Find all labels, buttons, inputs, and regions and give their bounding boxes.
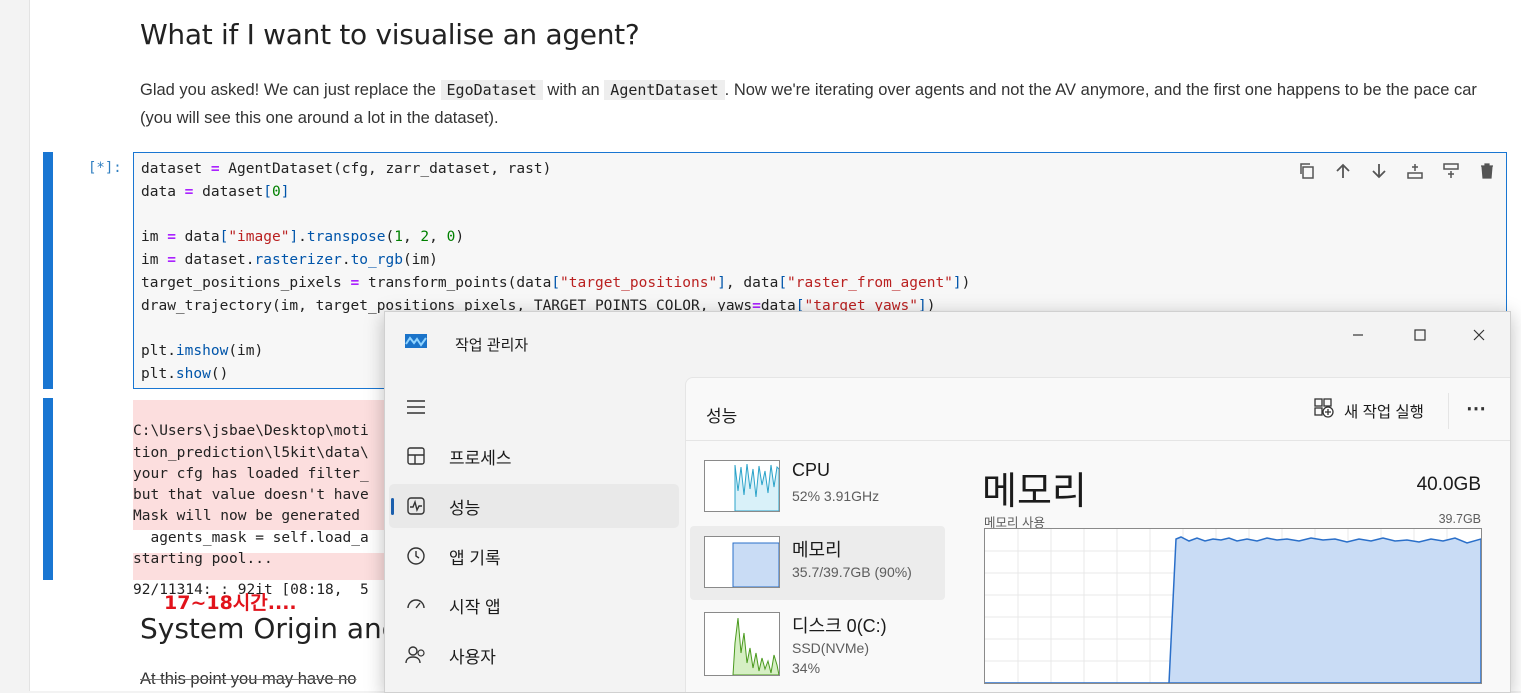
performance-icon bbox=[403, 493, 429, 519]
active-indicator bbox=[391, 498, 394, 515]
sidebar-item-label: 프로세스 bbox=[449, 448, 512, 468]
processes-icon bbox=[403, 443, 429, 469]
insert-below-icon[interactable] bbox=[1439, 160, 1463, 182]
resource-name: CPU bbox=[792, 460, 831, 480]
maximize-icon[interactable] bbox=[1397, 320, 1443, 350]
divider bbox=[1448, 393, 1449, 429]
sidebar-item-users[interactable]: 사용자 bbox=[389, 633, 679, 677]
history-icon bbox=[403, 543, 429, 569]
output-collapse-bar[interactable] bbox=[43, 398, 53, 580]
resource-name: 메모리 bbox=[792, 540, 842, 560]
resource-name: 디스크 0(C:) bbox=[792, 616, 887, 636]
red-annotation: 17~18시간.... bbox=[164, 592, 297, 614]
task-manager-window[interactable]: 작업 관리자 프로세스 성능 앱 기록 시작 앱 사용자 성능 새 작업 실행 … bbox=[384, 311, 1511, 693]
run-new-task-label: 새 작업 실행 bbox=[1344, 403, 1424, 421]
resource-detail: 52% 3.91GHz bbox=[792, 488, 880, 504]
output-line: C:\Users\jsbae\Desktop\moti bbox=[133, 423, 369, 440]
duplicate-icon[interactable] bbox=[1295, 160, 1319, 182]
inline-code-agentdataset: AgentDataset bbox=[604, 80, 725, 100]
sidebar-item-label: 앱 기록 bbox=[449, 548, 501, 568]
new-task-icon bbox=[1314, 398, 1334, 423]
cpu-mini-graph bbox=[704, 460, 780, 512]
sidebar-item-performance[interactable]: 성능 bbox=[389, 484, 679, 528]
output-line: Mask will now be generated bbox=[133, 508, 369, 525]
output-line: but that value doesn't have bbox=[133, 487, 369, 504]
cell-collapse-bar[interactable] bbox=[43, 152, 53, 389]
section-heading-2: System Origin and bbox=[140, 612, 400, 645]
memory-mini-graph bbox=[704, 536, 780, 588]
startup-speedometer-icon bbox=[403, 592, 429, 618]
sidebar-item-processes[interactable]: 프로세스 bbox=[389, 434, 679, 478]
resource-memory[interactable]: 메모리 35.7/39.7GB (90%) bbox=[690, 526, 945, 600]
resource-detail: 35.7/39.7GB (90%) bbox=[792, 564, 912, 580]
sidebar-item-app-history[interactable]: 앱 기록 bbox=[389, 534, 679, 578]
output-line: agents_mask = self.load_a bbox=[133, 529, 369, 546]
memory-title: 메모리 bbox=[982, 471, 1087, 513]
close-icon[interactable] bbox=[1456, 320, 1502, 350]
section-paragraph-2: At this point you may have no bbox=[140, 670, 357, 688]
window-title: 작업 관리자 bbox=[455, 337, 529, 354]
sidebar-item-label: 사용자 bbox=[449, 647, 496, 667]
insert-above-icon[interactable] bbox=[1403, 160, 1427, 182]
section-paragraph: Glad you asked! We can just replace the … bbox=[140, 80, 1477, 127]
sidebar-item-startup-apps[interactable]: 시작 앱 bbox=[389, 583, 679, 627]
disk-type: SSD(NVMe) bbox=[792, 640, 870, 656]
move-up-icon[interactable] bbox=[1331, 160, 1355, 182]
cell-toolbar bbox=[1295, 160, 1499, 182]
memory-usage-graph bbox=[984, 528, 1482, 684]
users-icon bbox=[403, 642, 429, 668]
resource-detail: SSD(NVMe) 34% bbox=[792, 638, 869, 678]
hamburger-icon bbox=[403, 394, 429, 420]
panel-title: 성능 bbox=[706, 407, 738, 426]
task-manager-logo-icon bbox=[405, 334, 427, 348]
disk-mini-graph bbox=[704, 612, 780, 676]
disk-usage: 34% bbox=[792, 660, 821, 676]
cell-prompt: [*]: bbox=[88, 160, 122, 176]
output-line: your cfg has loaded filter_ bbox=[133, 465, 369, 482]
resource-disk[interactable]: 디스크 0(C:) SSD(NVMe) 34% bbox=[690, 602, 945, 676]
delete-icon[interactable] bbox=[1475, 160, 1499, 182]
resource-cpu[interactable]: CPU 52% 3.91GHz bbox=[690, 450, 945, 524]
output-line: starting pool... bbox=[133, 551, 273, 568]
section-heading: What if I want to visualise an agent? bbox=[140, 18, 640, 51]
memory-total: 40.0GB bbox=[1416, 474, 1481, 495]
performance-panel: 성능 새 작업 실행 ⋯ CPU 52% 3.91GHz 메모리 35.7/39… bbox=[685, 377, 1510, 692]
inline-code-egodataset: EgoDataset bbox=[440, 80, 543, 100]
move-down-icon[interactable] bbox=[1367, 160, 1391, 182]
memory-max-label: 39.7GB bbox=[1438, 512, 1481, 526]
minimize-icon[interactable] bbox=[1335, 320, 1381, 350]
run-new-task-button[interactable]: 새 작업 실행 bbox=[1314, 398, 1424, 423]
output-line: tion_prediction\l5kit\data\ bbox=[133, 444, 369, 461]
divider bbox=[686, 440, 1510, 441]
more-options-icon[interactable]: ⋯ bbox=[1466, 396, 1487, 421]
sidebar-item-label: 성능 bbox=[449, 498, 481, 518]
sidebar-item-label: 시작 앱 bbox=[449, 597, 501, 617]
hamburger-menu-button[interactable] bbox=[389, 385, 679, 429]
